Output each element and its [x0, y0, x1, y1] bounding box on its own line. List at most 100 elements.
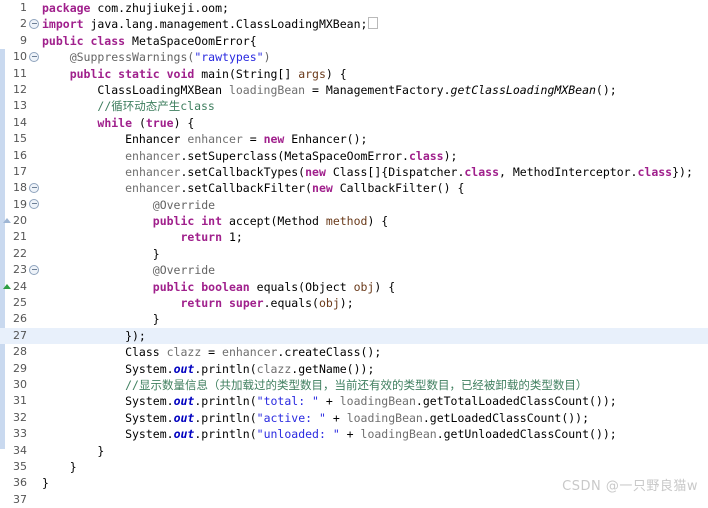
line-number: 1	[20, 1, 27, 14]
line-content[interactable]: System.out.println(clazz.getName());	[40, 361, 708, 377]
fold-collapse-icon[interactable]	[27, 182, 39, 195]
code-line[interactable]: 29 System.out.println(clazz.getName());	[0, 361, 708, 377]
code-line[interactable]: 20 public int accept(Method method) {	[0, 213, 708, 229]
line-content[interactable]: }	[40, 311, 708, 327]
folded-region-icon[interactable]	[368, 17, 379, 30]
fold-collapse-icon[interactable]	[27, 51, 39, 64]
line-content[interactable]: enhancer.setSuperclass(MetaSpaceOomError…	[40, 148, 708, 164]
line-gutter[interactable]: 27	[0, 328, 40, 344]
token-field: out	[173, 394, 195, 409]
line-gutter[interactable]: 29	[0, 361, 40, 377]
line-gutter[interactable]: 21	[0, 229, 40, 245]
code-line[interactable]: 33 System.out.println("unloaded: " + loa…	[0, 426, 708, 442]
line-content[interactable]: }	[40, 443, 708, 459]
line-content[interactable]: System.out.println("unloaded: " + loadin…	[40, 426, 708, 442]
line-gutter[interactable]: 17	[0, 164, 40, 180]
code-line[interactable]: 13 //循环动态产生class	[0, 98, 708, 114]
line-content[interactable]: import java.lang.management.ClassLoading…	[40, 16, 708, 32]
line-gutter[interactable]: 34	[0, 443, 40, 459]
code-line[interactable]: 11 public static void main(String[] args…	[0, 66, 708, 82]
line-gutter[interactable]: 14	[0, 115, 40, 131]
fold-collapse-icon[interactable]	[27, 198, 39, 211]
fold-collapse-icon[interactable]	[27, 264, 39, 277]
code-line[interactable]: 10 @SuppressWarnings("rawtypes")	[0, 49, 708, 65]
line-gutter[interactable]: 36	[0, 475, 40, 491]
line-gutter[interactable]: 26	[0, 311, 40, 327]
line-content[interactable]: @Override	[40, 197, 708, 213]
line-content[interactable]: public class MetaSpaceOomError{	[40, 33, 708, 49]
code-line[interactable]: 31 System.out.println("total: " + loadin…	[0, 393, 708, 409]
line-gutter[interactable]: 11	[0, 66, 40, 82]
line-gutter[interactable]: 25	[0, 295, 40, 311]
line-content[interactable]: public static void main(String[] args) {	[40, 66, 708, 82]
line-content[interactable]: return super.equals(obj);	[40, 295, 708, 311]
code-line[interactable]: 25 return super.equals(obj);	[0, 295, 708, 311]
line-content[interactable]: //循环动态产生class	[40, 98, 708, 114]
code-line[interactable]: 24 public boolean equals(Object obj) {	[0, 279, 708, 295]
code-line[interactable]: 1 package com.zhujiukeji.oom;	[0, 0, 708, 16]
code-line[interactable]: 23 @Override	[0, 262, 708, 278]
line-content[interactable]: ClassLoadingMXBean loadingBean = Managem…	[40, 82, 708, 98]
line-gutter[interactable]: 16	[0, 148, 40, 164]
code-line[interactable]: 27 });	[0, 327, 708, 345]
line-gutter[interactable]: 30	[0, 377, 40, 393]
code-line[interactable]: 2 import java.lang.management.ClassLoadin…	[0, 16, 708, 32]
fold-collapse-icon[interactable]	[27, 18, 39, 31]
line-content[interactable]: //显示数量信息（共加载过的类型数目，当前还有效的类型数目，已经被卸载的类型数目…	[40, 377, 708, 393]
code-line[interactable]: 12 ClassLoadingMXBean loadingBean = Mana…	[0, 82, 708, 98]
code-line[interactable]: 30 //显示数量信息（共加载过的类型数目，当前还有效的类型数目，已经被卸载的类…	[0, 377, 708, 393]
line-content[interactable]: package com.zhujiukeji.oom;	[40, 0, 708, 16]
line-content[interactable]: return 1;	[40, 229, 708, 245]
line-gutter[interactable]: 12	[0, 82, 40, 98]
line-content[interactable]: public boolean equals(Object obj) {	[40, 279, 708, 295]
code-line[interactable]: 22 }	[0, 246, 708, 262]
line-gutter[interactable]: 32	[0, 410, 40, 426]
code-line[interactable]: 18 enhancer.setCallbackFilter(new Callba…	[0, 180, 708, 196]
line-gutter[interactable]: 28	[0, 344, 40, 360]
code-line[interactable]: 17 enhancer.setCallbackTypes(new Class[]…	[0, 164, 708, 180]
line-content[interactable]: Enhancer enhancer = new Enhancer();	[40, 131, 708, 147]
line-content[interactable]: }	[40, 459, 708, 475]
line-content[interactable]: @SuppressWarnings("rawtypes")	[40, 49, 708, 65]
line-gutter[interactable]: 10	[0, 49, 40, 65]
code-line[interactable]: 14 while (true) {	[0, 115, 708, 131]
line-gutter[interactable]: 20	[0, 213, 40, 229]
line-gutter[interactable]: 22	[0, 246, 40, 262]
line-gutter[interactable]: 13	[0, 98, 40, 114]
code-line[interactable]: 15 Enhancer enhancer = new Enhancer();	[0, 131, 708, 147]
line-gutter[interactable]: 15	[0, 131, 40, 147]
line-content[interactable]: });	[40, 328, 708, 344]
line-content[interactable]: System.out.println("active: " + loadingB…	[40, 410, 708, 426]
line-content[interactable]: }	[40, 246, 708, 262]
line-content[interactable]: Class clazz = enhancer.createClass();	[40, 344, 708, 360]
code-lines-container[interactable]: 1 package com.zhujiukeji.oom; 2 import java…	[0, 0, 708, 508]
line-gutter[interactable]: 35	[0, 459, 40, 475]
line-gutter[interactable]: 31	[0, 393, 40, 409]
line-content[interactable]: enhancer.setCallbackFilter(new CallbackF…	[40, 180, 708, 196]
code-line[interactable]: 9 public class MetaSpaceOomError{	[0, 33, 708, 49]
line-gutter[interactable]: 18	[0, 180, 40, 196]
line-gutter[interactable]: 19	[0, 197, 40, 213]
code-line[interactable]: 26 }	[0, 311, 708, 327]
line-gutter[interactable]: 9	[0, 33, 40, 49]
code-line[interactable]: 32 System.out.println("active: " + loadi…	[0, 410, 708, 426]
code-editor[interactable]: 1 package com.zhujiukeji.oom; 2 import java…	[0, 0, 708, 506]
line-gutter[interactable]: 1	[0, 0, 40, 16]
line-gutter[interactable]: 24	[0, 279, 40, 295]
line-gutter[interactable]: 2	[0, 16, 40, 32]
line-content[interactable]: while (true) {	[40, 115, 708, 131]
line-content[interactable]: enhancer.setCallbackTypes(new Class[]{Di…	[40, 164, 708, 180]
line-content[interactable]: System.out.println("total: " + loadingBe…	[40, 393, 708, 409]
code-line[interactable]: 19 @Override	[0, 197, 708, 213]
code-line[interactable]: 34 }	[0, 443, 708, 459]
line-gutter[interactable]: 33	[0, 426, 40, 442]
line-content[interactable]: public int accept(Method method) {	[40, 213, 708, 229]
code-line[interactable]: 35 }	[0, 459, 708, 475]
token-local: enhancer	[187, 132, 243, 147]
line-content[interactable]: @Override	[40, 262, 708, 278]
line-number: 34	[13, 443, 27, 457]
code-line[interactable]: 28 Class clazz = enhancer.createClass();	[0, 344, 708, 360]
code-line[interactable]: 16 enhancer.setSuperclass(MetaSpaceOomEr…	[0, 148, 708, 164]
line-gutter[interactable]: 23	[0, 262, 40, 278]
code-line[interactable]: 21 return 1;	[0, 229, 708, 245]
